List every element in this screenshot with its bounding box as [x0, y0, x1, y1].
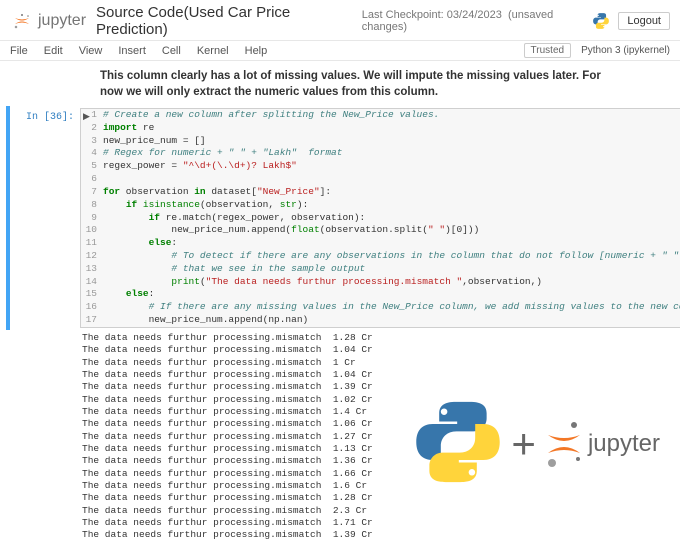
code-line[interactable]: 15 else: — [81, 288, 680, 301]
jupyter-logo-large-icon: jupyter — [544, 419, 660, 469]
notebook-title[interactable]: Source Code(Used Car Price Prediction) — [96, 4, 356, 38]
menubar: File Edit View Insert Cell Kernel Help T… — [0, 41, 680, 61]
jupyter-wordmark: jupyter — [588, 430, 660, 458]
code-line[interactable]: 17 new_price_num.append(np.nan) — [81, 314, 680, 327]
code-line[interactable]: 2import re — [81, 122, 680, 135]
menu-help[interactable]: Help — [245, 45, 268, 57]
input-prompt: In [36]: — [10, 108, 80, 328]
notebook-header: jupyter Source Code(Used Car Price Predi… — [0, 0, 680, 41]
menu-edit[interactable]: Edit — [44, 45, 63, 57]
code-line[interactable]: 12 # To detect if there are any observat… — [81, 250, 680, 263]
menu-cell[interactable]: Cell — [162, 45, 181, 57]
output-line: The data needs furthur processing.mismat… — [82, 332, 674, 344]
checkpoint-text: Last Checkpoint: 03/24/2023 (unsaved cha… — [362, 9, 593, 33]
code-line[interactable]: 13 # that we see in the sample output — [81, 263, 680, 276]
plus-icon: + — [511, 420, 536, 468]
code-line[interactable]: 5regex_power = "^\d+(\.\d+)? Lakh$" — [81, 160, 680, 173]
menu-file[interactable]: File — [10, 45, 28, 57]
code-line[interactable]: 3new_price_num = [] — [81, 135, 680, 148]
output-line: The data needs furthur processing.mismat… — [82, 381, 674, 393]
output-line: The data needs furthur processing.mismat… — [82, 517, 674, 529]
code-line[interactable]: 1# Create a new column after splitting t… — [81, 109, 680, 122]
code-line[interactable]: 6 — [81, 173, 680, 186]
jupyter-logo-icon — [10, 11, 34, 31]
code-line[interactable]: 9 if re.match(regex_power, observation): — [81, 212, 680, 225]
code-lines[interactable]: 1# Create a new column after splitting t… — [81, 109, 680, 327]
output-line: The data needs furthur processing.mismat… — [82, 505, 674, 517]
jupyter-logo[interactable]: jupyter — [10, 11, 86, 31]
logout-button[interactable]: Logout — [618, 12, 670, 30]
trusted-badge[interactable]: Trusted — [524, 43, 572, 58]
code-line[interactable]: 4# Regex for numeric + " " + "Lakh" form… — [81, 147, 680, 160]
output-line: The data needs furthur processing.mismat… — [82, 529, 674, 541]
code-cell[interactable]: In [36]: ▶ 1# Create a new column after … — [6, 106, 674, 330]
code-line[interactable]: 16 # If there are any missing values in … — [81, 301, 680, 314]
code-line[interactable]: 8 if isinstance(observation, str): — [81, 199, 680, 212]
menu-view[interactable]: View — [79, 45, 103, 57]
output-line: The data needs furthur processing.mismat… — [82, 369, 674, 381]
run-cell-icon[interactable]: ▶ — [83, 111, 90, 122]
code-input-area[interactable]: ▶ 1# Create a new column after splitting… — [80, 108, 680, 328]
output-line: The data needs furthur processing.mismat… — [82, 492, 674, 504]
python-logo-icon — [413, 397, 503, 490]
code-line[interactable]: 10 new_price_num.append(float(observatio… — [81, 224, 680, 237]
kernel-indicator[interactable]: Python 3 (ipykernel) — [581, 45, 670, 56]
branding-overlay: + jupyter — [413, 397, 660, 490]
code-line[interactable]: 14 print("The data needs furthur process… — [81, 276, 680, 289]
python-kernel-icon — [592, 12, 610, 30]
output-line: The data needs furthur processing.mismat… — [82, 357, 674, 369]
jupyter-logo-text: jupyter — [38, 12, 86, 30]
menu-insert[interactable]: Insert — [118, 45, 146, 57]
output-line: The data needs furthur processing.mismat… — [82, 344, 674, 356]
code-line[interactable]: 7for observation in dataset["New_Price"]… — [81, 186, 680, 199]
code-line[interactable]: 11 else: — [81, 237, 680, 250]
markdown-cell[interactable]: This column clearly has a lot of missing… — [0, 67, 680, 106]
menu-kernel[interactable]: Kernel — [197, 45, 229, 57]
